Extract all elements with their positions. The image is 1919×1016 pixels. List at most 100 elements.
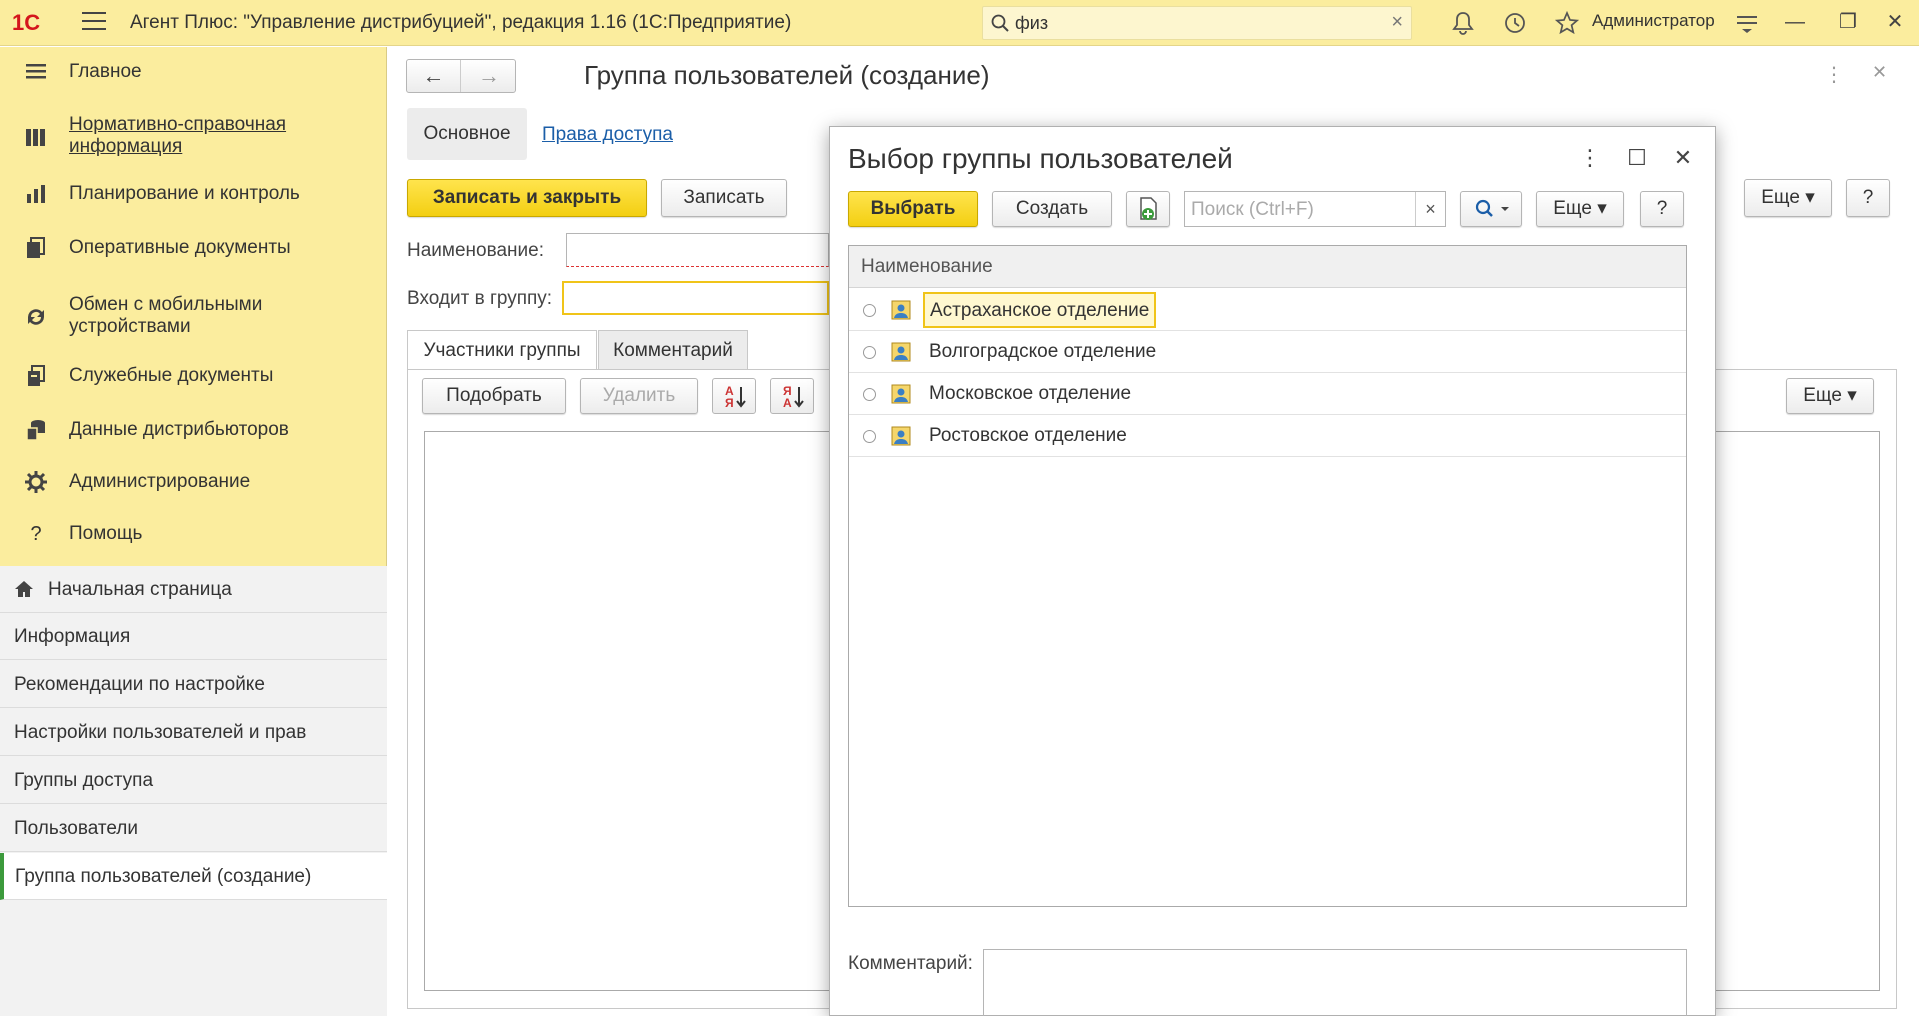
forward-arrow-icon[interactable]: → bbox=[462, 60, 516, 92]
sort-ascending-button[interactable]: АЯ bbox=[712, 378, 756, 414]
row-radio[interactable] bbox=[863, 388, 876, 401]
section-panel: Главное Нормативно-справочная информация… bbox=[0, 47, 387, 567]
back-arrow-icon[interactable]: ← bbox=[407, 60, 461, 92]
comment-input[interactable] bbox=[983, 949, 1687, 1016]
history-icon[interactable] bbox=[1502, 10, 1528, 36]
sort-descending-icon: ЯА bbox=[783, 384, 804, 410]
table-row[interactable]: Ростовское отделение bbox=[849, 415, 1686, 457]
global-search-value: физ bbox=[1015, 13, 1049, 33]
catalog-icon bbox=[26, 129, 45, 146]
form-menu-icon[interactable]: ⋮ bbox=[1824, 62, 1844, 87]
home-icon bbox=[15, 581, 33, 597]
section-planning[interactable]: Планирование и контроль bbox=[0, 179, 387, 209]
svg-text:А: А bbox=[783, 396, 792, 410]
column-header-name[interactable]: Наименование bbox=[849, 246, 1686, 288]
parent-group-label: Входит в группу: bbox=[407, 288, 553, 309]
table-row[interactable]: Московское отделение bbox=[849, 373, 1686, 415]
parent-group-input[interactable] bbox=[562, 281, 829, 315]
app-logo[interactable]: 1С bbox=[12, 10, 40, 36]
pick-button[interactable]: Подобрать bbox=[422, 378, 566, 414]
dialog-close-icon[interactable]: ✕ bbox=[1668, 143, 1698, 173]
section-distributor-data[interactable]: Данные дистрибьюторов bbox=[0, 415, 387, 445]
members-more-button[interactable]: Еще ▾ bbox=[1786, 378, 1874, 414]
help-button[interactable]: ? bbox=[1846, 179, 1890, 217]
clear-search-icon[interactable]: × bbox=[1391, 11, 1403, 34]
select-group-dialog: Выбор группы пользователей ⋮ ☐ ✕ Выбрать… bbox=[829, 126, 1716, 1016]
form-close-icon[interactable]: ✕ bbox=[1872, 62, 1887, 83]
distributor-data-icon bbox=[26, 420, 45, 441]
new-document-icon bbox=[1140, 197, 1157, 220]
sort-descending-button[interactable]: ЯА bbox=[770, 378, 814, 414]
nav-home[interactable]: Начальная страница bbox=[0, 566, 387, 613]
documents-icon bbox=[27, 237, 45, 258]
dialog-help-button[interactable]: ? bbox=[1640, 191, 1684, 227]
user-group-icon bbox=[891, 426, 911, 446]
bell-icon[interactable] bbox=[1450, 10, 1476, 36]
star-icon[interactable] bbox=[1554, 10, 1580, 36]
name-label: Наименование: bbox=[407, 240, 544, 261]
user-group-icon bbox=[891, 300, 911, 320]
groups-table: Наименование Астраханское отделение Волг… bbox=[848, 245, 1687, 907]
current-user[interactable]: Администратор bbox=[1592, 11, 1715, 31]
sidebar: Главное Нормативно-справочная информация… bbox=[0, 47, 387, 1016]
nav-information[interactable]: Информация bbox=[0, 613, 387, 660]
tab-access-rights[interactable]: Права доступа bbox=[542, 124, 673, 146]
dialog-title: Выбор группы пользователей bbox=[848, 143, 1233, 174]
dialog-more-button[interactable]: Еще ▾ bbox=[1536, 191, 1624, 227]
section-service-docs[interactable]: Служебные документы bbox=[0, 361, 387, 391]
global-search-input[interactable]: физ × bbox=[982, 6, 1412, 40]
tab-group-members[interactable]: Участники группы bbox=[407, 330, 597, 370]
close-window-icon[interactable]: ✕ bbox=[1880, 8, 1910, 36]
clear-search-icon[interactable]: × bbox=[1415, 192, 1445, 226]
section-help[interactable]: ? Помощь bbox=[0, 519, 387, 549]
settings-menu-icon[interactable] bbox=[1734, 10, 1760, 36]
dialog-maximize-icon[interactable]: ☐ bbox=[1622, 143, 1652, 173]
nav-setup-recommendations[interactable]: Рекомендации по настройке bbox=[0, 661, 387, 708]
comment-label: Комментарий: bbox=[848, 953, 973, 974]
delete-button[interactable]: Удалить bbox=[580, 378, 698, 414]
tab-main[interactable]: Основное bbox=[407, 108, 527, 160]
search-options-button[interactable] bbox=[1460, 191, 1522, 227]
search-icon bbox=[991, 14, 1009, 32]
row-radio[interactable] bbox=[863, 430, 876, 443]
chart-icon bbox=[27, 185, 45, 203]
row-radio[interactable] bbox=[863, 346, 876, 359]
main-menu-icon[interactable] bbox=[82, 12, 106, 32]
name-input[interactable] bbox=[566, 233, 829, 267]
table-row[interactable]: Волгоградское отделение bbox=[849, 331, 1686, 373]
section-reference[interactable]: Нормативно-справочная информация bbox=[0, 113, 387, 161]
svg-text:Я: Я bbox=[725, 396, 734, 410]
help-icon: ? bbox=[30, 523, 42, 545]
section-administration[interactable]: Администрирование bbox=[0, 467, 387, 497]
dialog-search-input[interactable]: Поиск (Ctrl+F) × bbox=[1184, 191, 1446, 227]
gear-icon bbox=[25, 471, 47, 493]
form-title: Группа пользователей (создание) bbox=[584, 60, 990, 90]
save-and-close-button[interactable]: Записать и закрыть bbox=[407, 179, 647, 217]
tab-comment[interactable]: Комментарий bbox=[598, 330, 748, 370]
open-windows-panel: Начальная страница Информация Рекомендац… bbox=[0, 566, 387, 1016]
create-copy-button[interactable] bbox=[1126, 191, 1170, 227]
section-main[interactable]: Главное bbox=[0, 57, 387, 87]
nav-access-groups[interactable]: Группы доступа bbox=[0, 757, 387, 804]
nav-user-group-create[interactable]: Группа пользователей (создание) bbox=[0, 853, 387, 900]
create-button[interactable]: Создать bbox=[992, 191, 1112, 227]
history-nav: ← → bbox=[406, 59, 516, 93]
restore-icon[interactable]: ❐ bbox=[1833, 8, 1863, 36]
section-mobile-exchange[interactable]: Обмен с мобильными устройствами bbox=[0, 293, 387, 341]
sort-ascending-icon: АЯ bbox=[725, 384, 746, 410]
nav-users[interactable]: Пользователи bbox=[0, 805, 387, 852]
save-button[interactable]: Записать bbox=[661, 179, 787, 217]
section-operational-docs[interactable]: Оперативные документы bbox=[0, 233, 387, 263]
dialog-menu-icon[interactable]: ⋮ bbox=[1575, 143, 1605, 173]
app-title: Агент Плюс: "Управление дистрибуцией", р… bbox=[130, 12, 792, 33]
minimize-icon[interactable]: — bbox=[1780, 8, 1810, 36]
user-group-icon bbox=[891, 384, 911, 404]
select-button[interactable]: Выбрать bbox=[848, 191, 978, 227]
row-radio[interactable] bbox=[863, 304, 876, 317]
table-row[interactable]: Астраханское отделение bbox=[849, 289, 1686, 331]
more-button[interactable]: Еще ▾ bbox=[1744, 179, 1832, 217]
top-bar: 1С Агент Плюс: "Управление дистрибуцией"… bbox=[0, 0, 1919, 46]
search-icon bbox=[1475, 199, 1509, 217]
list-icon bbox=[26, 64, 46, 79]
nav-user-settings[interactable]: Настройки пользователей и прав bbox=[0, 709, 387, 756]
